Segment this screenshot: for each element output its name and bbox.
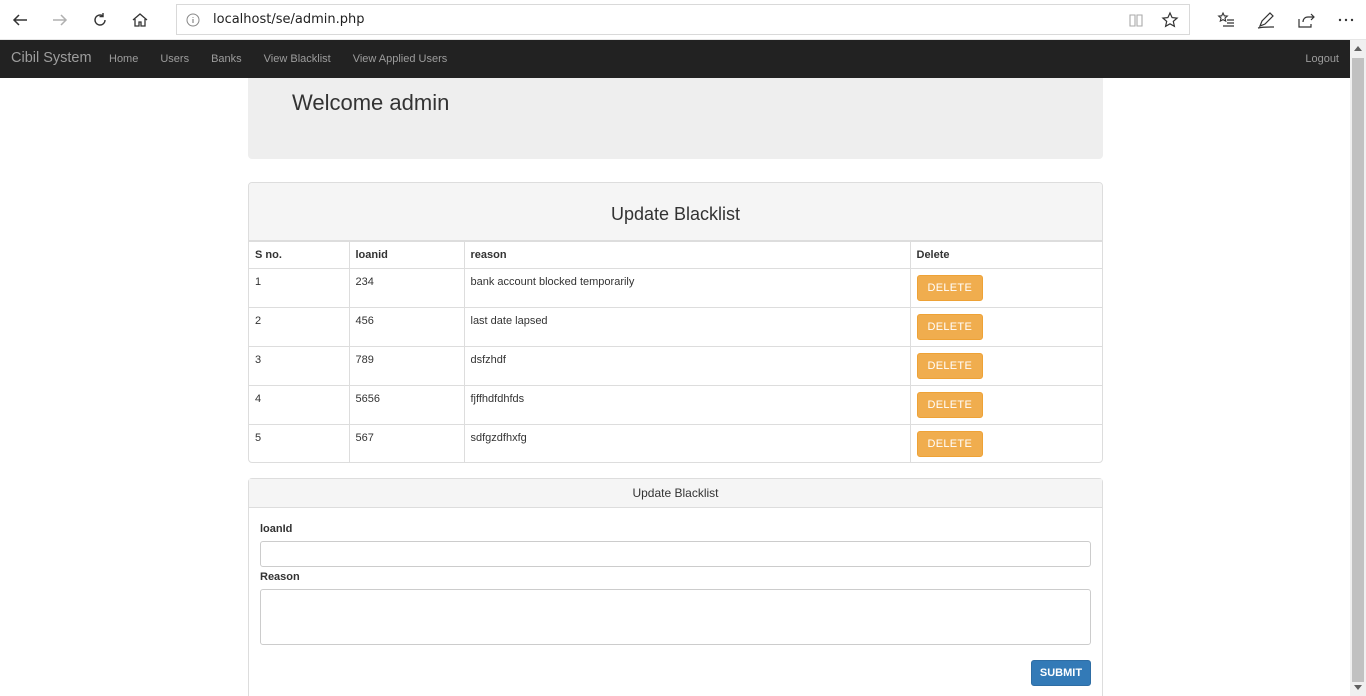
nav-banks-link[interactable]: Banks: [200, 40, 253, 78]
home-icon[interactable]: [128, 8, 152, 32]
top-navbar: Cibil System Home Users Banks View Black…: [0, 40, 1350, 78]
blacklist-title: Update Blacklist: [610, 204, 741, 224]
reading-view-icon[interactable]: [1127, 11, 1145, 29]
welcome-jumbotron: Welcome admin: [248, 78, 1103, 159]
nav-view-applied-users-link[interactable]: View Applied Users: [342, 40, 459, 78]
url-text[interactable]: localhost/se/admin.php: [213, 12, 365, 27]
update-blacklist-form-panel: Update Blacklist loanId Reason SUBMIT: [248, 478, 1103, 696]
cell-delete: DELETE: [909, 307, 1102, 347]
favorite-star-icon[interactable]: [1161, 11, 1179, 29]
page-scrollbar[interactable]: [1350, 40, 1366, 696]
welcome-title: Welcome admin: [292, 90, 450, 115]
scrollbar-thumb[interactable]: [1352, 58, 1364, 682]
cell-loanid: 5656: [348, 385, 465, 425]
column-header-loanid: loanid: [348, 241, 465, 269]
pen-icon[interactable]: [1254, 8, 1278, 32]
cell-reason: last date lapsed: [463, 307, 911, 347]
form-panel-heading: Update Blacklist: [249, 479, 1102, 508]
cell-delete: DELETE: [909, 346, 1102, 386]
cell-sno: 3: [249, 346, 350, 386]
column-header-reason: reason: [463, 241, 911, 269]
more-icon[interactable]: [1334, 8, 1358, 32]
nav-users-link[interactable]: Users: [149, 40, 200, 78]
delete-button[interactable]: DELETE: [916, 431, 984, 457]
cell-sno: 5: [249, 424, 350, 462]
loanid-input[interactable]: [260, 541, 1091, 567]
table-row: 3 789 dsfzhdf DELETE: [249, 346, 1102, 386]
logout-link[interactable]: Logout: [1305, 40, 1339, 78]
info-icon[interactable]: [185, 12, 201, 28]
loanid-label: loanId: [260, 523, 293, 535]
cell-reason: dsfzhdf: [463, 346, 911, 386]
reason-textarea[interactable]: [260, 589, 1091, 645]
delete-button[interactable]: DELETE: [916, 392, 984, 418]
back-icon[interactable]: [8, 8, 32, 32]
table-row: 4 5656 fjffhdfdhfds DELETE: [249, 385, 1102, 425]
blacklist-table: S no. loanid reason Delete 1 234 bank ac…: [249, 241, 1102, 462]
cell-delete: DELETE: [909, 385, 1102, 425]
blacklist-panel-heading: Update Blacklist: [249, 183, 1102, 241]
cell-reason: fjffhdfdhfds: [463, 385, 911, 425]
favorites-list-icon[interactable]: [1214, 8, 1238, 32]
nav-links: Home Users Banks View Blacklist View App…: [98, 40, 458, 78]
cell-sno: 4: [249, 385, 350, 425]
nav-view-blacklist-link[interactable]: View Blacklist: [253, 40, 342, 78]
cell-sno: 2: [249, 307, 350, 347]
table-row: 2 456 last date lapsed DELETE: [249, 307, 1102, 347]
cell-delete: DELETE: [909, 424, 1102, 462]
table-row: 5 567 sdfgzdfhxfg DELETE: [249, 424, 1102, 462]
address-bar[interactable]: localhost/se/admin.php: [176, 4, 1190, 35]
cell-delete: DELETE: [909, 268, 1102, 308]
column-header-delete: Delete: [909, 241, 1102, 269]
delete-button[interactable]: DELETE: [916, 353, 984, 379]
cell-loanid: 789: [348, 346, 465, 386]
scroll-up-arrow-icon[interactable]: [1350, 40, 1366, 56]
cell-sno: 1: [249, 268, 350, 308]
nav-home-link[interactable]: Home: [98, 40, 149, 78]
submit-button[interactable]: SUBMIT: [1031, 660, 1091, 686]
delete-button[interactable]: DELETE: [916, 275, 984, 301]
delete-button[interactable]: DELETE: [916, 314, 984, 340]
scroll-down-arrow-icon[interactable]: [1350, 680, 1366, 696]
cell-loanid: 456: [348, 307, 465, 347]
table-row: 1 234 bank account blocked temporarily D…: [249, 268, 1102, 308]
cell-reason: sdfgzdfhxfg: [463, 424, 911, 462]
blacklist-table-panel: Update Blacklist S no. loanid reason Del…: [248, 182, 1103, 463]
brand-link[interactable]: Cibil System: [11, 50, 92, 66]
share-icon[interactable]: [1294, 8, 1318, 32]
cell-loanid: 567: [348, 424, 465, 462]
table-header-row: S no. loanid reason Delete: [249, 241, 1102, 269]
cell-loanid: 234: [348, 268, 465, 308]
browser-toolbar: localhost/se/admin.php: [0, 0, 1366, 40]
cell-reason: bank account blocked temporarily: [463, 268, 911, 308]
reason-label: Reason: [260, 571, 300, 583]
forward-icon[interactable]: [48, 8, 72, 32]
column-header-sno: S no.: [249, 241, 350, 269]
refresh-icon[interactable]: [88, 8, 112, 32]
